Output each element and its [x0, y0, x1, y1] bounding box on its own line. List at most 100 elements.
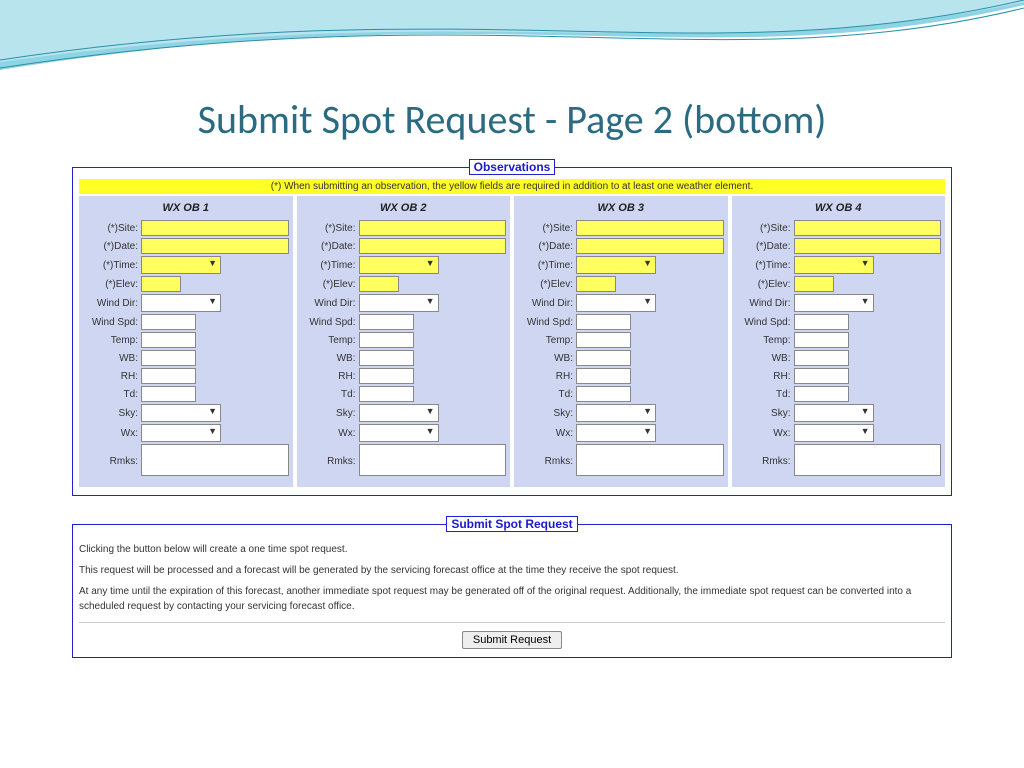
- elev-label: (*)Elev:: [83, 279, 141, 290]
- winddir-select[interactable]: [141, 294, 221, 312]
- wx-label: Wx:: [518, 428, 576, 439]
- sky-select[interactable]: [359, 404, 439, 422]
- submit-panel: Submit Spot Request Clicking the button …: [72, 516, 952, 658]
- rh-input[interactable]: [359, 368, 414, 384]
- wb-label: WB:: [83, 353, 141, 364]
- wx-select[interactable]: [141, 424, 221, 442]
- site-label: (*)Site:: [83, 223, 141, 234]
- rh-label: RH:: [301, 371, 359, 382]
- sky-label: Sky:: [518, 408, 576, 419]
- temp-input[interactable]: [359, 332, 414, 348]
- submit-request-button[interactable]: Submit Request: [462, 631, 562, 649]
- temp-input[interactable]: [794, 332, 849, 348]
- wx-select[interactable]: [794, 424, 874, 442]
- site-input[interactable]: [794, 220, 942, 236]
- elev-label: (*)Elev:: [518, 279, 576, 290]
- submit-legend: Submit Spot Request: [446, 516, 577, 532]
- td-input[interactable]: [141, 386, 196, 402]
- windspd-input[interactable]: [794, 314, 849, 330]
- submit-p1: Clicking the button below will create a …: [79, 542, 945, 557]
- date-input[interactable]: [359, 238, 507, 254]
- submit-p2: This request will be processed and a for…: [79, 563, 945, 578]
- wx-select[interactable]: [576, 424, 656, 442]
- time-select[interactable]: [141, 256, 221, 274]
- elev-input[interactable]: [141, 276, 181, 292]
- site-input[interactable]: [576, 220, 724, 236]
- rh-input[interactable]: [794, 368, 849, 384]
- temp-label: Temp:: [301, 335, 359, 346]
- sky-select[interactable]: [794, 404, 874, 422]
- sky-select[interactable]: [141, 404, 221, 422]
- winddir-select[interactable]: [576, 294, 656, 312]
- time-select[interactable]: [794, 256, 874, 274]
- td-label: Td:: [736, 389, 794, 400]
- windspd-input[interactable]: [359, 314, 414, 330]
- winddir-select[interactable]: [359, 294, 439, 312]
- rmks-textarea[interactable]: [576, 444, 724, 476]
- divider: [79, 622, 945, 623]
- ob-column-4: WX OB 4 (*)Site: (*)Date: (*)Time: (*)El…: [732, 196, 946, 487]
- date-label: (*)Date:: [518, 241, 576, 252]
- rmks-textarea[interactable]: [794, 444, 942, 476]
- rmks-textarea[interactable]: [359, 444, 507, 476]
- site-input[interactable]: [141, 220, 289, 236]
- date-label: (*)Date:: [301, 241, 359, 252]
- elev-input[interactable]: [576, 276, 616, 292]
- wb-label: WB:: [301, 353, 359, 364]
- td-input[interactable]: [576, 386, 631, 402]
- page-title: Submit Spot Request - Page 2 (bottom): [0, 0, 1024, 144]
- sky-select[interactable]: [576, 404, 656, 422]
- rh-input[interactable]: [576, 368, 631, 384]
- site-input[interactable]: [359, 220, 507, 236]
- windspd-input[interactable]: [576, 314, 631, 330]
- date-input[interactable]: [141, 238, 289, 254]
- rh-label: RH:: [83, 371, 141, 382]
- windspd-label: Wind Spd:: [83, 317, 141, 328]
- wb-label: WB:: [736, 353, 794, 364]
- date-input[interactable]: [576, 238, 724, 254]
- wx-select[interactable]: [359, 424, 439, 442]
- observations-panel: Observations (*) When submitting an obse…: [72, 159, 952, 496]
- ob-header: WX OB 1: [83, 200, 289, 220]
- site-label: (*)Site:: [736, 223, 794, 234]
- date-label: (*)Date:: [736, 241, 794, 252]
- rh-label: RH:: [736, 371, 794, 382]
- winddir-label: Wind Dir:: [518, 298, 576, 309]
- temp-input[interactable]: [141, 332, 196, 348]
- td-input[interactable]: [794, 386, 849, 402]
- rh-input[interactable]: [141, 368, 196, 384]
- elev-label: (*)Elev:: [301, 279, 359, 290]
- windspd-label: Wind Spd:: [301, 317, 359, 328]
- time-select[interactable]: [576, 256, 656, 274]
- elev-label: (*)Elev:: [736, 279, 794, 290]
- ob-column-2: WX OB 2 (*)Site: (*)Date: (*)Time: (*)El…: [297, 196, 511, 487]
- temp-label: Temp:: [736, 335, 794, 346]
- temp-label: Temp:: [83, 335, 141, 346]
- wb-input[interactable]: [359, 350, 414, 366]
- date-label: (*)Date:: [83, 241, 141, 252]
- rmks-textarea[interactable]: [141, 444, 289, 476]
- site-label: (*)Site:: [518, 223, 576, 234]
- rmks-label: Rmks:: [83, 456, 141, 467]
- wb-input[interactable]: [794, 350, 849, 366]
- rmks-label: Rmks:: [736, 456, 794, 467]
- date-input[interactable]: [794, 238, 942, 254]
- temp-input[interactable]: [576, 332, 631, 348]
- sky-label: Sky:: [301, 408, 359, 419]
- rmks-label: Rmks:: [518, 456, 576, 467]
- winddir-label: Wind Dir:: [301, 298, 359, 309]
- wb-input[interactable]: [576, 350, 631, 366]
- rmks-label: Rmks:: [301, 456, 359, 467]
- td-input[interactable]: [359, 386, 414, 402]
- elev-input[interactable]: [359, 276, 399, 292]
- wx-label: Wx:: [736, 428, 794, 439]
- winddir-select[interactable]: [794, 294, 874, 312]
- elev-input[interactable]: [794, 276, 834, 292]
- time-label: (*)Time:: [736, 260, 794, 271]
- windspd-input[interactable]: [141, 314, 196, 330]
- winddir-label: Wind Dir:: [83, 298, 141, 309]
- wb-input[interactable]: [141, 350, 196, 366]
- time-select[interactable]: [359, 256, 439, 274]
- windspd-label: Wind Spd:: [518, 317, 576, 328]
- wb-label: WB:: [518, 353, 576, 364]
